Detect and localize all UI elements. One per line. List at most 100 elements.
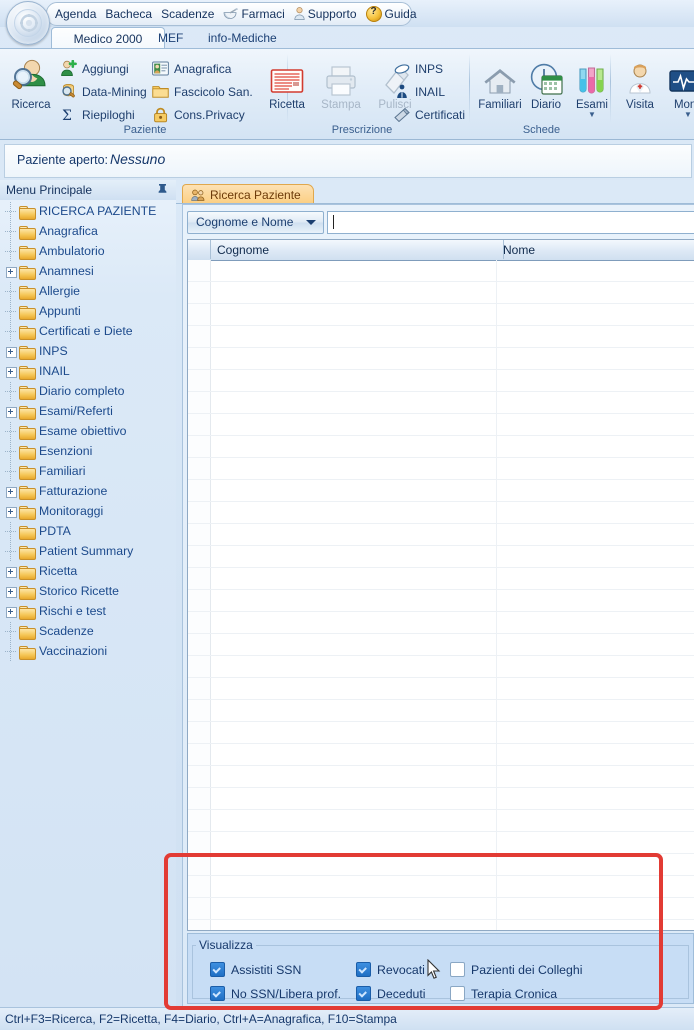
sidebar-item-rischi-e-test[interactable]: Rischi e test bbox=[0, 602, 176, 622]
sidebar-item-pdta[interactable]: PDTA bbox=[0, 522, 176, 542]
ribbon-button-data-mining[interactable]: Data-Mining bbox=[60, 80, 147, 103]
checkbox-revocati-box[interactable] bbox=[356, 962, 371, 977]
table-row[interactable] bbox=[188, 744, 694, 766]
qat-farmaci[interactable]: Farmaci bbox=[223, 7, 285, 21]
checkbox-no-ssn-libera-prof[interactable]: No SSN/Libera prof. bbox=[210, 986, 341, 1001]
sidebar-item-inps[interactable]: INPS bbox=[0, 342, 176, 362]
expand-plus-icon[interactable] bbox=[6, 367, 17, 378]
expand-plus-icon[interactable] bbox=[6, 267, 17, 278]
ribbon-button-ricetta[interactable]: Ricetta bbox=[260, 55, 314, 111]
qat-guida[interactable]: ? Guida bbox=[365, 5, 417, 22]
sidebar-item-monitoraggi[interactable]: Monitoraggi bbox=[0, 502, 176, 522]
table-row[interactable] bbox=[188, 898, 694, 920]
sidebar-item-fatturazione[interactable]: Fatturazione bbox=[0, 482, 176, 502]
ribbon-button-inps[interactable]: INPS bbox=[394, 57, 443, 80]
checkbox-revocati[interactable]: Revocati bbox=[356, 962, 425, 977]
app-orb-button[interactable] bbox=[6, 1, 50, 45]
sidebar-item-esami-referti[interactable]: Esami/Referti bbox=[0, 402, 176, 422]
tab-mef[interactable]: MEF bbox=[145, 27, 196, 49]
sidebar-item-allergie[interactable]: Allergie bbox=[0, 282, 176, 302]
checkbox-pazienti-dei-colleghi-box[interactable] bbox=[450, 962, 465, 977]
table-row[interactable] bbox=[188, 282, 694, 304]
sidebar-item-anagrafica[interactable]: Anagrafica bbox=[0, 222, 176, 242]
sidebar-item-esenzioni[interactable]: Esenzioni bbox=[0, 442, 176, 462]
sidebar-item-diario-completo[interactable]: Diario completo bbox=[0, 382, 176, 402]
ribbon-button-monitoraggi[interactable]: Monit ▼ bbox=[661, 55, 694, 119]
table-row[interactable] bbox=[188, 590, 694, 612]
table-row[interactable] bbox=[188, 436, 694, 458]
checkbox-assistiti-ssn[interactable]: Assistiti SSN bbox=[210, 962, 301, 977]
ribbon-button-visita[interactable]: Visita bbox=[613, 55, 667, 111]
expand-plus-icon[interactable] bbox=[6, 567, 17, 578]
table-row[interactable] bbox=[188, 766, 694, 788]
qat-agenda[interactable]: Agenda bbox=[55, 7, 96, 21]
sidebar-item-certificati-e-diete[interactable]: Certificati e Diete bbox=[0, 322, 176, 342]
ribbon-button-fascicolo-san[interactable]: Fascicolo San. bbox=[152, 80, 253, 103]
sidebar-item-esame-obiettivo[interactable]: Esame obiettivo bbox=[0, 422, 176, 442]
table-row[interactable] bbox=[188, 524, 694, 546]
table-row[interactable] bbox=[188, 348, 694, 370]
qat-bacheca[interactable]: Bacheca bbox=[105, 7, 152, 21]
sidebar-item-anamnesi[interactable]: Anamnesi bbox=[0, 262, 176, 282]
table-row[interactable] bbox=[188, 722, 694, 744]
ribbon-button-stampa[interactable]: Stampa bbox=[314, 55, 368, 111]
table-row[interactable] bbox=[188, 326, 694, 348]
table-row[interactable] bbox=[188, 788, 694, 810]
sidebar-item-ambulatorio[interactable]: Ambulatorio bbox=[0, 242, 176, 262]
table-row[interactable] bbox=[188, 568, 694, 590]
search-input[interactable] bbox=[327, 211, 694, 234]
table-row[interactable] bbox=[188, 458, 694, 480]
expand-plus-icon[interactable] bbox=[6, 347, 17, 358]
document-tab-ricerca-paziente[interactable]: Ricerca Paziente bbox=[182, 184, 314, 205]
table-row[interactable] bbox=[188, 260, 694, 282]
sidebar-item-vaccinazioni[interactable]: Vaccinazioni bbox=[0, 642, 176, 662]
sidebar-item-scadenze[interactable]: Scadenze bbox=[0, 622, 176, 642]
expand-plus-icon[interactable] bbox=[6, 507, 17, 518]
table-row[interactable] bbox=[188, 810, 694, 832]
table-row[interactable] bbox=[188, 304, 694, 326]
expand-plus-icon[interactable] bbox=[6, 487, 17, 498]
pin-icon[interactable] bbox=[157, 183, 168, 195]
sidebar-item-inail[interactable]: INAIL bbox=[0, 362, 176, 382]
table-row[interactable] bbox=[188, 832, 694, 854]
checkbox-assistiti-ssn-box[interactable] bbox=[210, 962, 225, 977]
expand-plus-icon[interactable] bbox=[6, 407, 17, 418]
patient-results-grid[interactable]: Cognome Nome bbox=[187, 239, 694, 931]
checkbox-deceduti[interactable]: Deceduti bbox=[356, 986, 426, 1001]
ribbon-button-anagrafica[interactable]: Anagrafica bbox=[152, 57, 231, 80]
table-row[interactable] bbox=[188, 678, 694, 700]
qat-supporto[interactable]: Supporto bbox=[294, 7, 357, 21]
ribbon-button-riepiloghi[interactable]: Σ Riepiloghi bbox=[60, 103, 135, 126]
checkbox-no-ssn-libera-prof-box[interactable] bbox=[210, 986, 225, 1001]
ribbon-button-certificati[interactable]: Certificati bbox=[394, 103, 465, 126]
table-row[interactable] bbox=[188, 502, 694, 524]
table-row[interactable] bbox=[188, 876, 694, 898]
table-row[interactable] bbox=[188, 854, 694, 876]
table-row[interactable] bbox=[188, 634, 694, 656]
sidebar-item-ricetta[interactable]: Ricetta bbox=[0, 562, 176, 582]
checkbox-deceduti-box[interactable] bbox=[356, 986, 371, 1001]
sidebar-item-storico-ricette[interactable]: Storico Ricette bbox=[0, 582, 176, 602]
chevron-down-icon[interactable]: ▼ bbox=[661, 111, 694, 119]
table-row[interactable] bbox=[188, 392, 694, 414]
table-row[interactable] bbox=[188, 414, 694, 436]
table-row[interactable] bbox=[188, 700, 694, 722]
table-row[interactable] bbox=[188, 480, 694, 502]
grid-header-cognome[interactable]: Cognome bbox=[210, 240, 504, 259]
ribbon-button-ricerca[interactable]: Ricerca bbox=[4, 55, 58, 111]
expand-plus-icon[interactable] bbox=[6, 607, 17, 618]
checkbox-terapia-cronica[interactable]: Terapia Cronica bbox=[450, 986, 557, 1001]
ribbon-button-aggiungi[interactable]: Aggiungi bbox=[60, 57, 129, 80]
tab-info-mediche[interactable]: info-Mediche bbox=[195, 27, 290, 49]
table-row[interactable] bbox=[188, 656, 694, 678]
sidebar-item-familiari[interactable]: Familiari bbox=[0, 462, 176, 482]
sidebar-item-patient-summary[interactable]: Patient Summary bbox=[0, 542, 176, 562]
sidebar-item-ricerca-paziente[interactable]: RICERCA PAZIENTE bbox=[0, 202, 176, 222]
table-row[interactable] bbox=[188, 546, 694, 568]
table-row[interactable] bbox=[188, 370, 694, 392]
sidebar-item-appunti[interactable]: Appunti bbox=[0, 302, 176, 322]
checkbox-pazienti-dei-colleghi[interactable]: Pazienti dei Colleghi bbox=[450, 962, 582, 977]
expand-plus-icon[interactable] bbox=[6, 587, 17, 598]
ribbon-button-cons-privacy[interactable]: Cons.Privacy bbox=[152, 103, 245, 126]
checkbox-terapia-cronica-box[interactable] bbox=[450, 986, 465, 1001]
